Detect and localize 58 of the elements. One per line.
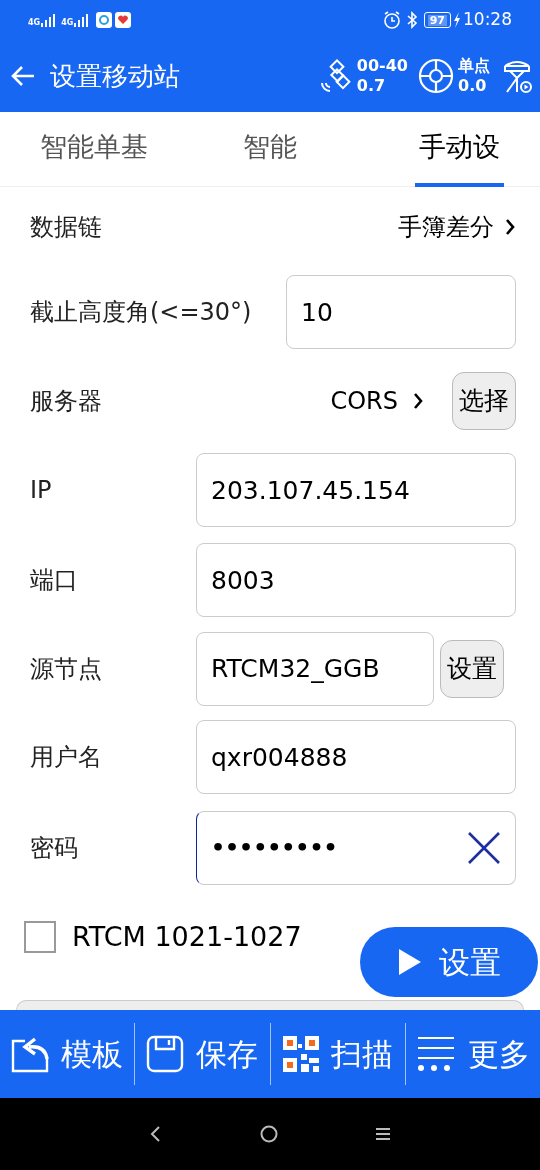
input-field[interactable]: 203.107.45.154 bbox=[196, 453, 516, 527]
action-button[interactable]: 选择 bbox=[452, 372, 516, 430]
field-label: IP bbox=[30, 476, 52, 504]
checkbox-label: RTCM 1021-1027 bbox=[72, 920, 302, 954]
toolbar-button[interactable]: 保存 bbox=[135, 1010, 270, 1098]
more-icon bbox=[415, 1036, 456, 1072]
play-icon bbox=[397, 947, 423, 977]
field-label: 用户名 bbox=[30, 743, 102, 771]
field-label: 密码 bbox=[30, 833, 78, 862]
tab[interactable]: 智能 bbox=[239, 112, 301, 187]
satellite-icon[interactable] bbox=[318, 58, 353, 94]
field-label: 端口 bbox=[30, 566, 78, 594]
input-field[interactable]: qxr004888 bbox=[196, 720, 516, 794]
toolbar-button[interactable]: 模板 bbox=[0, 1010, 135, 1098]
home-icon[interactable] bbox=[260, 1125, 278, 1143]
field-label: 源节点 bbox=[30, 654, 102, 683]
network-label: 4G bbox=[28, 19, 41, 27]
action-button[interactable]: 设置 bbox=[440, 639, 504, 698]
solution-precision: 0.0 bbox=[458, 76, 488, 96]
signal-icon bbox=[41, 13, 58, 27]
return-icon bbox=[11, 1035, 50, 1073]
solution-status: 单点 bbox=[458, 56, 490, 76]
password-field[interactable]: ••••••••• bbox=[196, 810, 516, 885]
field-label: 截止高度角(<=30°) bbox=[30, 298, 252, 326]
receiver-icon[interactable] bbox=[502, 58, 532, 94]
bluetooth-icon bbox=[405, 11, 418, 29]
battery-indicator: 97 bbox=[423, 12, 451, 28]
clear-icon[interactable] bbox=[467, 830, 501, 865]
apply-button[interactable]: 设置 bbox=[360, 927, 538, 997]
link-value[interactable]: 手簿差分 bbox=[398, 209, 494, 245]
link-value[interactable]: CORS bbox=[330, 383, 398, 419]
back-icon[interactable] bbox=[10, 64, 36, 88]
input-field[interactable]: 8003 bbox=[196, 543, 516, 617]
signal-icon bbox=[74, 13, 91, 27]
qr-code-icon bbox=[282, 1036, 319, 1072]
target-icon[interactable] bbox=[418, 58, 454, 94]
satellite-count: 00-40 bbox=[356, 56, 408, 76]
field-label: 数据链 bbox=[30, 212, 102, 243]
toolbar-button[interactable]: 扫描 bbox=[270, 1010, 405, 1098]
field-label: 服务器 bbox=[30, 386, 102, 417]
menu-icon[interactable] bbox=[375, 1127, 392, 1141]
clock-time: 10:28 bbox=[463, 8, 512, 32]
input-field[interactable]: 10 bbox=[286, 275, 516, 349]
password-dots: ••••••••• bbox=[211, 834, 339, 862]
toolbar-button[interactable]: 更多 bbox=[405, 1010, 540, 1098]
page-title: 设置移动站 bbox=[50, 59, 180, 93]
back-icon[interactable] bbox=[148, 1125, 163, 1143]
network-label: 4G bbox=[61, 19, 74, 27]
tab[interactable]: 手动设 bbox=[415, 112, 504, 187]
satellite-precision: 0.7 bbox=[356, 76, 387, 96]
app-icon bbox=[96, 12, 113, 28]
chevron-icon bbox=[504, 218, 516, 236]
chevron-icon bbox=[412, 392, 424, 410]
checkbox[interactable] bbox=[24, 921, 56, 953]
alarm-icon bbox=[381, 10, 402, 30]
tab[interactable]: 智能单基 bbox=[36, 112, 152, 187]
charging-icon bbox=[453, 12, 461, 28]
input-field[interactable]: RTCM32_GGB bbox=[196, 631, 434, 706]
